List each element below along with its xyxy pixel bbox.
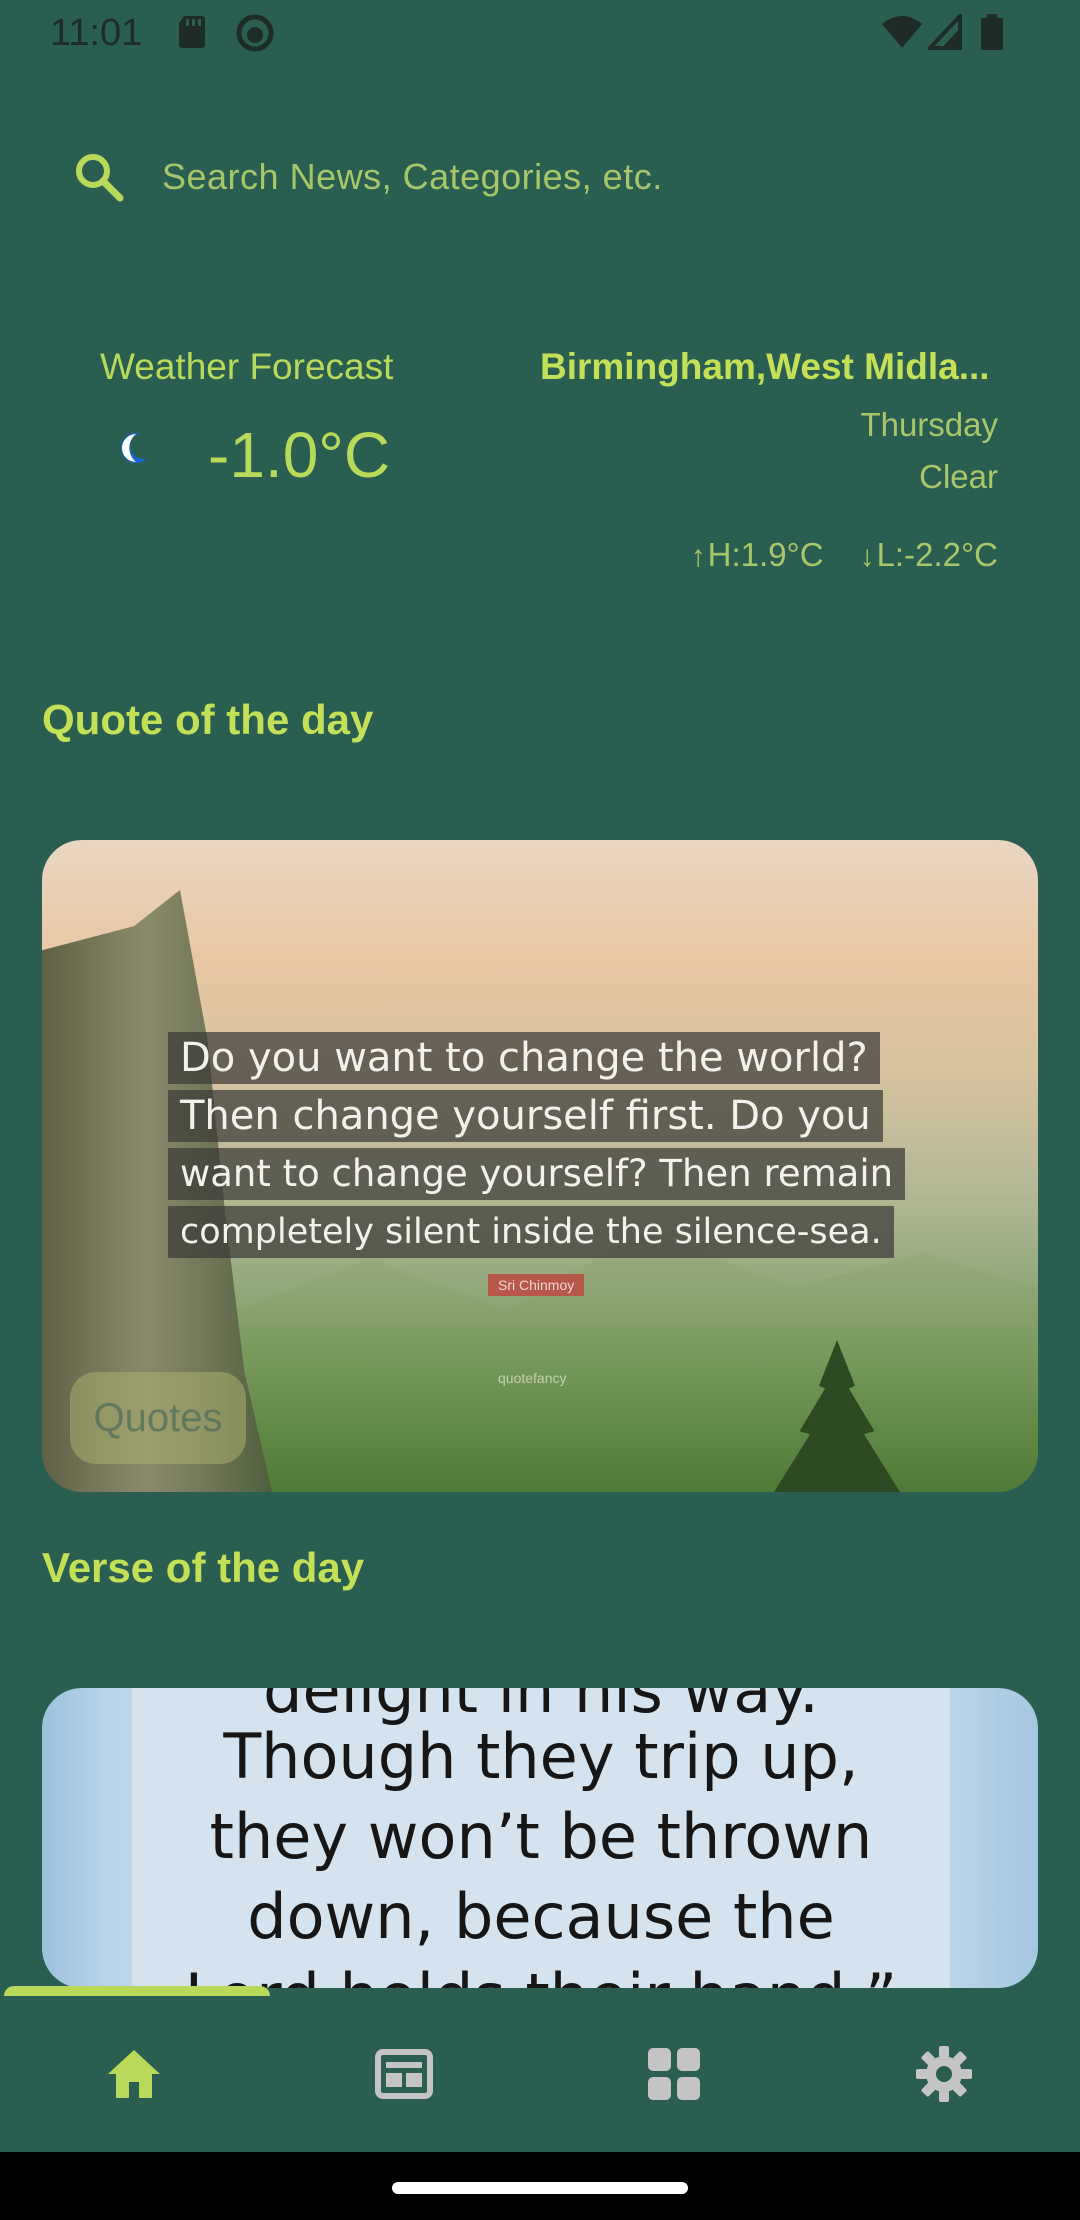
battery-icon xyxy=(980,14,1004,57)
arrow-up-icon: ↑ xyxy=(690,540,706,573)
nav-home[interactable] xyxy=(104,2044,168,2108)
home-icon xyxy=(104,2050,164,2108)
gear-icon xyxy=(914,2046,974,2108)
sd-card-icon xyxy=(178,14,208,55)
search-icon xyxy=(72,150,126,209)
verse-line: Lord holds their hand.” xyxy=(132,1960,950,1988)
weather-title: Weather Forecast xyxy=(100,346,394,387)
wifi-icon xyxy=(880,14,924,55)
quote-card[interactable]: Do you want to change the world? Then ch… xyxy=(42,840,1038,1492)
nav-settings[interactable] xyxy=(914,2044,978,2108)
quote-line: Then change yourself first. Do you xyxy=(168,1090,883,1142)
status-time: 11:01 xyxy=(50,12,143,54)
weather-condition: Clear xyxy=(919,458,998,495)
nav-news[interactable] xyxy=(374,2044,438,2108)
grid-icon xyxy=(644,2048,704,2108)
news-icon xyxy=(374,2049,434,2108)
active-tab-indicator xyxy=(4,1986,270,1996)
search-bar[interactable]: Search News, Categories, etc. xyxy=(40,130,1040,222)
verse-line: they won’t be thrown xyxy=(209,1800,873,1873)
verse-card[interactable]: delight in his way. Though they trip up,… xyxy=(42,1688,1038,1988)
weather-high: ↑H:1.9°C xyxy=(691,536,824,574)
verse-line: down, because the xyxy=(247,1880,835,1953)
weather-high-low: ↑H:1.9°C ↓L:-2.2°C xyxy=(691,536,998,574)
status-bar: 11:01 xyxy=(0,0,1080,68)
quote-line: Do you want to change the world? xyxy=(168,1032,880,1084)
quote-line: completely silent inside the silence-sea… xyxy=(168,1206,894,1258)
search-input[interactable]: Search News, Categories, etc. xyxy=(162,156,663,198)
quotes-chip[interactable]: Quotes xyxy=(70,1372,246,1464)
quote-text: Do you want to change the world? Then ch… xyxy=(168,1032,916,1264)
arrow-down-icon: ↓ xyxy=(859,540,875,573)
quote-section-title: Quote of the day xyxy=(42,696,374,743)
weather-high-value: H:1.9°C xyxy=(707,536,824,573)
weather-location: Birmingham,West Midla... xyxy=(540,346,990,387)
weather-low-value: L:-2.2°C xyxy=(876,536,998,573)
quote-line: want to change yourself? Then remain xyxy=(168,1148,906,1200)
robot-icon xyxy=(236,14,274,57)
verse-line: Though they trip up, xyxy=(223,1720,859,1793)
verse-section-title: Verse of the day xyxy=(42,1544,365,1591)
cell-signal-icon xyxy=(925,10,962,55)
moon-icon xyxy=(116,428,156,473)
nav-categories[interactable] xyxy=(644,2044,708,2108)
gesture-handle[interactable] xyxy=(392,2182,688,2194)
weather-day: Thursday xyxy=(860,406,998,443)
quote-watermark: quotefancy xyxy=(498,1370,567,1386)
verse-image: delight in his way. Though they trip up,… xyxy=(132,1688,950,1988)
quote-author: Sri Chinmoy xyxy=(488,1274,585,1296)
weather-temperature: -1.0°C xyxy=(208,419,391,491)
weather-low: ↓L:-2.2°C xyxy=(860,536,998,574)
bottom-navigation xyxy=(0,1986,1080,2152)
